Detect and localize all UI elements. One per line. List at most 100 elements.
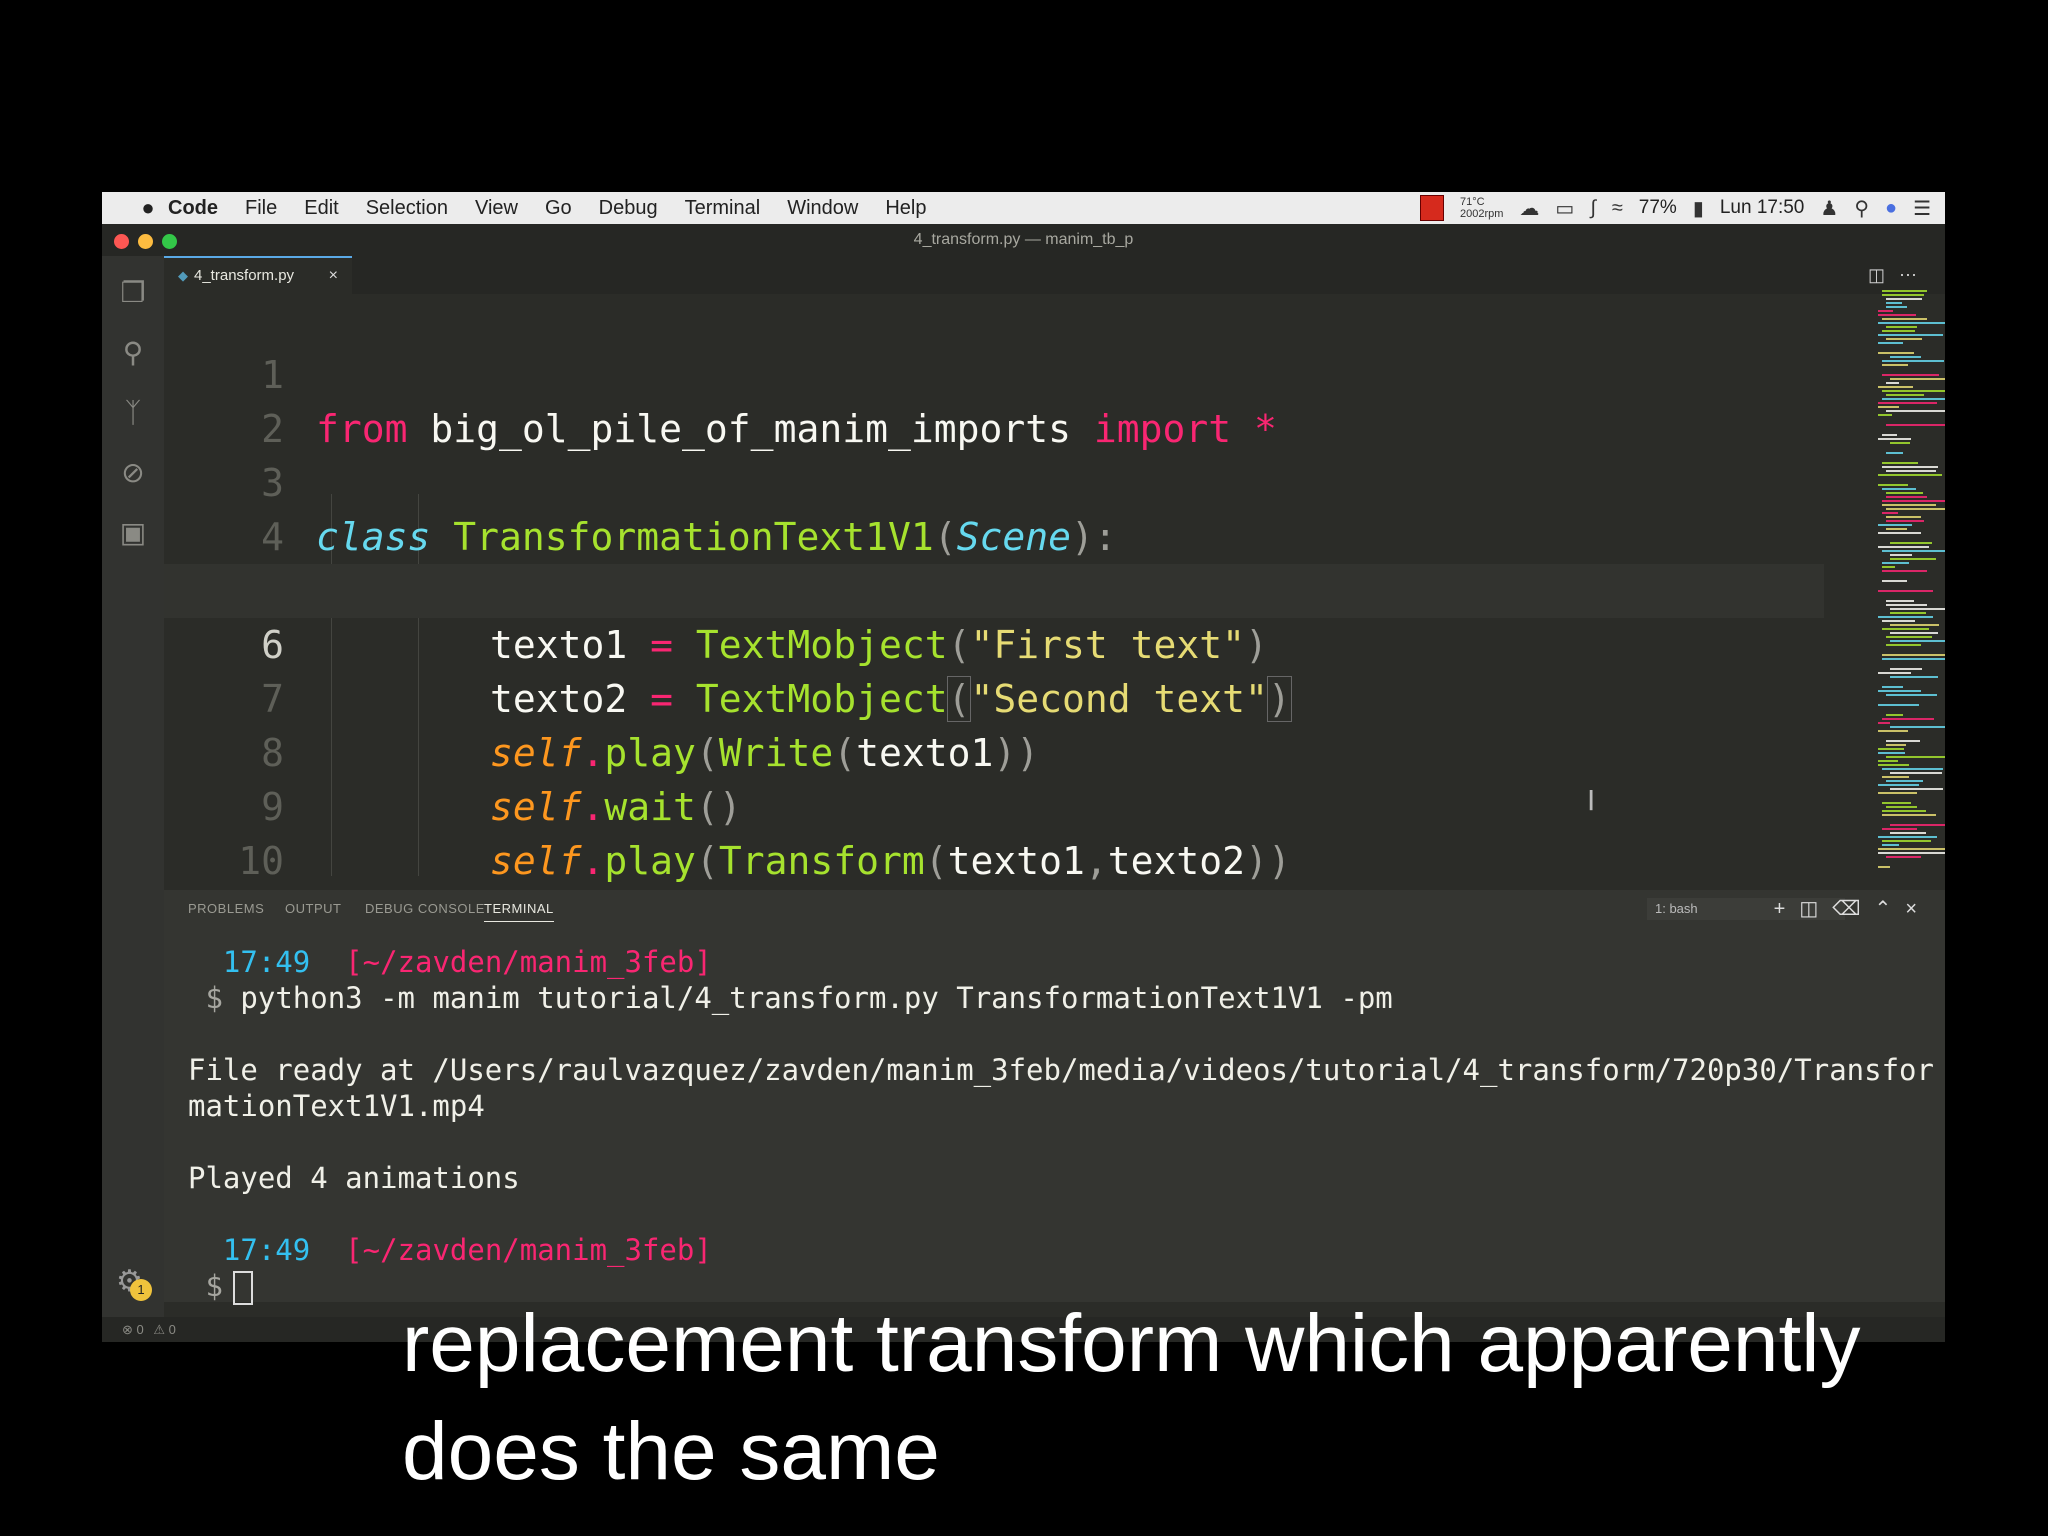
minimize-window-button[interactable] bbox=[138, 234, 153, 249]
editor-actions: ◫⋯ bbox=[1868, 256, 1931, 294]
split-terminal-icon[interactable]: ◫ bbox=[1799, 898, 1832, 920]
tab-problems[interactable]: PROBLEMS bbox=[188, 901, 264, 916]
tab-terminal[interactable]: TERMINAL bbox=[484, 901, 554, 922]
minimap-line bbox=[1886, 806, 1917, 808]
minimap-line bbox=[1878, 386, 1913, 388]
battery-icon[interactable]: ▮ bbox=[1693, 196, 1704, 221]
minimap-line bbox=[1886, 528, 1907, 530]
menu-view[interactable]: View bbox=[475, 197, 518, 220]
code-line[interactable]: 1 from big_ol_pile_of_manim_imports impo… bbox=[164, 294, 1824, 451]
menu-selection[interactable]: Selection bbox=[366, 197, 448, 220]
minimap-line bbox=[1886, 338, 1922, 340]
minimap-line bbox=[1878, 848, 1945, 850]
minimap-line bbox=[1886, 298, 1922, 300]
menu-help[interactable]: Help bbox=[885, 197, 926, 220]
minimap-line bbox=[1878, 524, 1912, 526]
minimap-line bbox=[1882, 814, 1936, 816]
menu-terminal[interactable]: Terminal bbox=[685, 197, 761, 220]
clock[interactable]: Lun 17:50 bbox=[1720, 197, 1805, 219]
minimap-line bbox=[1882, 290, 1927, 292]
menu-debug[interactable]: Debug bbox=[599, 197, 658, 220]
window-title-bar: 4_transform.py — manim_tb_p bbox=[102, 224, 1945, 256]
close-tab-icon[interactable]: × bbox=[329, 258, 338, 294]
wifi-icon[interactable]: ≈ bbox=[1612, 197, 1623, 220]
source-control-icon[interactable]: ᛉ bbox=[116, 396, 150, 430]
bluetooth-icon[interactable]: ∫ bbox=[1590, 197, 1595, 220]
problems-errors[interactable]: ⊗ 0 bbox=[122, 1322, 144, 1337]
minimap-line bbox=[1890, 824, 1945, 826]
close-panel-icon[interactable]: × bbox=[1905, 898, 1931, 920]
code-line[interactable]: 4 def construct(self): bbox=[164, 456, 1824, 613]
tab-4-transform-py[interactable]: ◆ 4_transform.py × bbox=[164, 256, 352, 296]
code-line[interactable]: 2 bbox=[164, 348, 1824, 451]
panel-actions: +◫⌫⌃× bbox=[1774, 890, 1931, 928]
siri-icon[interactable]: ● bbox=[1885, 197, 1897, 220]
terminal-output[interactable]: 17:49 [~/zavden/manim_3feb] $ python3 -m… bbox=[188, 944, 1934, 1305]
minimap-line bbox=[1886, 714, 1903, 716]
subtitle-line: replacement transform which apparently bbox=[402, 1298, 1861, 1389]
trash-icon[interactable]: ⌫ bbox=[1832, 898, 1874, 920]
minimap-line bbox=[1878, 546, 1929, 548]
tab-output[interactable]: OUTPUT bbox=[285, 901, 341, 916]
menu-file[interactable]: File bbox=[245, 197, 277, 220]
tab-label: 4_transform.py bbox=[194, 267, 295, 284]
search-icon[interactable]: ⚲ bbox=[116, 336, 150, 370]
cloud-icon[interactable]: ☁ bbox=[1519, 196, 1539, 221]
minimap-line bbox=[1890, 608, 1945, 610]
minimap-line bbox=[1878, 342, 1903, 344]
minimap-line bbox=[1882, 294, 1924, 296]
airplay-icon[interactable]: ▭ bbox=[1555, 196, 1574, 221]
minimap-line bbox=[1882, 686, 1903, 688]
minimap-line bbox=[1882, 580, 1907, 582]
menu-window[interactable]: Window bbox=[787, 197, 858, 220]
minimap[interactable] bbox=[1870, 290, 1945, 882]
minimap-line bbox=[1882, 570, 1927, 572]
minimap-line bbox=[1878, 760, 1898, 762]
minimap-line bbox=[1890, 624, 1939, 626]
spotlight-search-icon[interactable]: ⚲ bbox=[1854, 196, 1869, 221]
minimap-line bbox=[1882, 718, 1934, 720]
menu-code[interactable]: Code bbox=[168, 197, 218, 220]
close-window-button[interactable] bbox=[114, 234, 129, 249]
code-line[interactable]: 5 texto1 = TextMobject("First text") bbox=[164, 510, 1824, 667]
more-actions-icon[interactable]: ⋯ bbox=[1899, 265, 1931, 285]
battery-percent[interactable]: 77% bbox=[1639, 197, 1677, 219]
minimap-line bbox=[1882, 374, 1939, 376]
code-line[interactable]: 11 bbox=[164, 834, 1824, 937]
minimap-line bbox=[1878, 406, 1899, 408]
code-line[interactable]: 7 self.play(Write(texto1)) bbox=[164, 618, 1824, 775]
tab-debug-console[interactable]: DEBUG CONSOLE bbox=[365, 901, 485, 916]
minimap-line bbox=[1882, 840, 1931, 842]
minimap-line bbox=[1878, 414, 1892, 416]
notification-badge[interactable]: 1 bbox=[130, 1279, 152, 1301]
split-editor-icon[interactable]: ◫ bbox=[1868, 265, 1899, 285]
code-editor[interactable]: 1 from big_ol_pile_of_manim_imports impo… bbox=[164, 294, 1945, 937]
extensions-icon[interactable]: ▣ bbox=[116, 516, 150, 550]
explorer-icon[interactable]: ❐ bbox=[116, 276, 150, 310]
menu-edit[interactable]: Edit bbox=[304, 197, 338, 220]
apple-icon[interactable]: ● bbox=[128, 195, 168, 221]
code-line[interactable]: 8 self.wait() bbox=[164, 672, 1824, 829]
minimap-line bbox=[1882, 398, 1945, 400]
minimap-line bbox=[1886, 636, 1932, 638]
minimap-line bbox=[1886, 604, 1927, 606]
code-line[interactable]: 3 class TransformationText1V1(Scene): bbox=[164, 402, 1824, 559]
minimap-line bbox=[1882, 566, 1895, 568]
temperature-icon[interactable] bbox=[1420, 195, 1444, 221]
debug-icon[interactable]: ⊘ bbox=[116, 456, 150, 490]
code-line-current[interactable]: 6 texto2 = TextMobject("Second text") bbox=[164, 564, 1824, 722]
menu-go[interactable]: Go bbox=[545, 197, 572, 220]
minimap-line bbox=[1886, 644, 1921, 646]
user-icon[interactable]: ♟ bbox=[1820, 196, 1838, 221]
code-line[interactable]: 10 self.wait() bbox=[164, 780, 1824, 937]
notification-center-icon[interactable]: ☰ bbox=[1913, 196, 1931, 221]
output-line: Played 4 animations bbox=[188, 1161, 520, 1195]
problems-warnings[interactable]: ⚠ 0 bbox=[153, 1322, 176, 1337]
video-subtitle: replacement transform which apparently d… bbox=[402, 1290, 2042, 1506]
code-line[interactable]: 9 self.play(Transform(texto1,texto2)) bbox=[164, 726, 1824, 883]
new-terminal-icon[interactable]: + bbox=[1774, 898, 1800, 920]
maximize-panel-icon[interactable]: ⌃ bbox=[1875, 898, 1906, 920]
panel-tabs: PROBLEMS OUTPUT DEBUG CONSOLE TERMINAL 1… bbox=[164, 890, 1945, 928]
minimap-line bbox=[1886, 306, 1907, 308]
maximize-window-button[interactable] bbox=[162, 234, 177, 249]
